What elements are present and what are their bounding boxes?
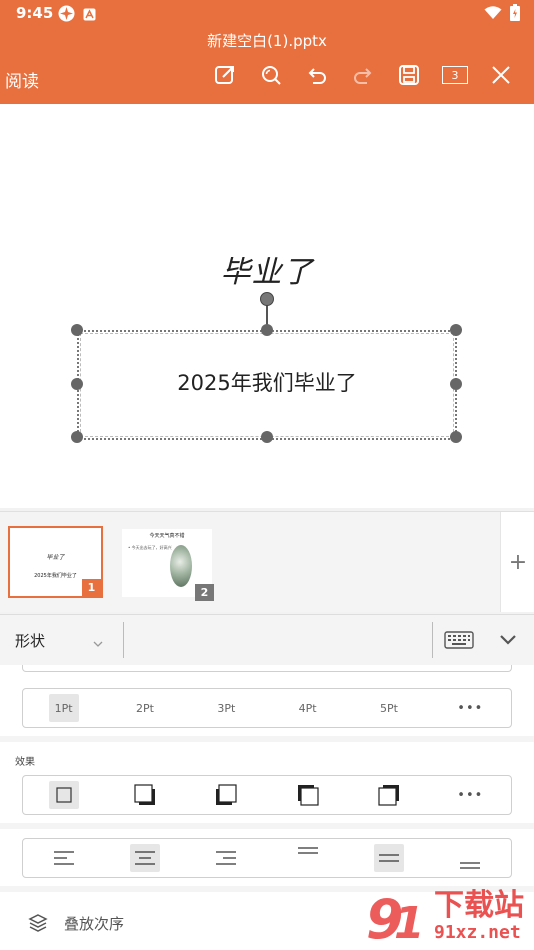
more-line-widths-button[interactable]: •••	[430, 689, 511, 727]
shadow-top-left-icon	[297, 785, 319, 806]
thumb-title: 今天天气真不错	[149, 533, 185, 539]
status-time: 9:45	[16, 4, 54, 22]
close-icon[interactable]	[478, 58, 524, 92]
page-count: 3	[442, 66, 468, 84]
resize-handle-bottom-left[interactable]	[71, 431, 83, 443]
effect-none[interactable]	[23, 776, 104, 814]
align-right-button[interactable]	[186, 839, 267, 877]
effects-section-label: 效果	[15, 757, 35, 768]
rotation-stem	[266, 304, 268, 326]
page-count-button[interactable]: 3	[432, 58, 478, 92]
shadow-bottom-left-icon	[216, 784, 237, 805]
valign-bottom-icon	[460, 862, 481, 869]
svg-text:1: 1	[394, 898, 425, 948]
save-icon[interactable]	[386, 58, 432, 92]
more-effects-button[interactable]: •••	[430, 776, 511, 814]
collapse-chevron-icon[interactable]	[499, 631, 517, 650]
align-center-button[interactable]	[104, 839, 185, 877]
align-left-icon	[53, 851, 74, 865]
divider	[432, 622, 433, 658]
shield-app-icon	[58, 5, 75, 26]
valign-top-button[interactable]	[267, 839, 348, 877]
line-width-3pt[interactable]: 3Pt	[186, 689, 267, 727]
slide-title[interactable]: 毕业了	[0, 247, 534, 291]
valign-top-icon	[297, 847, 318, 854]
layers-icon[interactable]	[28, 913, 48, 937]
valign-middle-button[interactable]	[348, 839, 429, 877]
shadow-bottom-right-icon	[134, 784, 155, 805]
rotate-handle[interactable]	[260, 292, 274, 306]
line-width-1pt[interactable]: 1Pt	[23, 689, 104, 727]
slide-canvas[interactable]: 毕业了 2025年我们毕业了	[0, 104, 534, 508]
resize-handle-left[interactable]	[71, 378, 83, 390]
valign-middle-icon	[373, 844, 404, 872]
thumb-bullet: • 今天出去玩了，好高兴	[128, 545, 172, 550]
watermark-logo-icon: 9 1	[366, 888, 425, 948]
resize-handle-bottom-right[interactable]	[450, 431, 462, 443]
app-header: 9:45 新建空白(1).pptx 阅读 3	[0, 0, 534, 104]
wifi-icon	[484, 5, 502, 24]
top-toolbar: 3	[202, 58, 524, 92]
divider	[123, 622, 124, 658]
effect-shadow-top-right[interactable]	[348, 776, 429, 814]
line-width-2pt[interactable]: 2Pt	[104, 689, 185, 727]
read-mode-button[interactable]: 阅读	[5, 67, 39, 92]
section-gap	[0, 823, 534, 829]
thumb-title: 毕业了	[46, 554, 65, 561]
effect-none-icon	[48, 781, 79, 809]
resize-handle-right[interactable]	[450, 378, 462, 390]
watermark-brand: 下载站	[434, 888, 524, 923]
search-icon[interactable]	[248, 58, 294, 92]
edit-icon[interactable]	[202, 58, 248, 92]
slide-thumbnail-1[interactable]: 毕业了 2025年我们毕业了 1	[8, 526, 103, 598]
effect-shadow-bottom-left[interactable]	[186, 776, 267, 814]
effect-shadow-top-left[interactable]	[267, 776, 348, 814]
line-width-label: 1Pt	[48, 694, 79, 722]
text-align-row	[22, 838, 512, 878]
battery-icon	[510, 4, 520, 25]
layer-order-button[interactable]: 叠放次序	[64, 913, 124, 934]
thumb-subtitle: 2025年我们毕业了	[34, 573, 77, 579]
watermark: 9 1 下载站 91xz.net	[364, 886, 524, 948]
align-right-icon	[216, 851, 237, 865]
resize-handle-top-left[interactable]	[71, 324, 83, 336]
redo-icon[interactable]	[340, 58, 386, 92]
document-title: 新建空白(1).pptx	[207, 32, 327, 50]
watermark-site: 91xz.net	[434, 922, 521, 943]
slide-thumbnails: 毕业了 2025年我们毕业了 1 今天天气真不错 • 今天出去玩了，好高兴 2 …	[0, 511, 534, 612]
align-left-button[interactable]	[23, 839, 104, 877]
thumb-number: 1	[82, 579, 101, 596]
app-notification-icon	[83, 6, 96, 25]
add-slide-button[interactable]: +	[500, 512, 534, 612]
slide-thumbnail-2[interactable]: 今天天气真不错 • 今天出去玩了，好高兴 2	[122, 529, 214, 601]
valign-bottom-button[interactable]	[430, 839, 511, 877]
resize-handle-bottom[interactable]	[261, 431, 273, 443]
chevron-down-icon[interactable]	[93, 633, 103, 652]
resize-handle-top[interactable]	[261, 324, 273, 336]
line-width-row: 1Pt 2Pt 3Pt 4Pt 5Pt •••	[22, 688, 512, 728]
undo-icon[interactable]	[294, 58, 340, 92]
selected-textbox-text[interactable]: 2025年我们毕业了	[77, 367, 457, 397]
keyboard-icon[interactable]	[444, 631, 474, 653]
line-width-4pt[interactable]: 4Pt	[267, 689, 348, 727]
previous-row-box	[22, 665, 512, 672]
section-gap	[0, 736, 534, 742]
effect-shadow-bottom-right[interactable]	[104, 776, 185, 814]
resize-handle-top-right[interactable]	[450, 324, 462, 336]
shadow-top-right-icon	[378, 785, 399, 806]
effects-row: •••	[22, 775, 512, 815]
line-width-5pt[interactable]: 5Pt	[348, 689, 429, 727]
align-center-icon	[129, 844, 160, 872]
thumb-image	[170, 545, 192, 587]
thumb-number: 2	[195, 584, 214, 601]
properties-header: 形状	[0, 614, 534, 666]
property-type-selector[interactable]: 形状	[15, 630, 45, 651]
